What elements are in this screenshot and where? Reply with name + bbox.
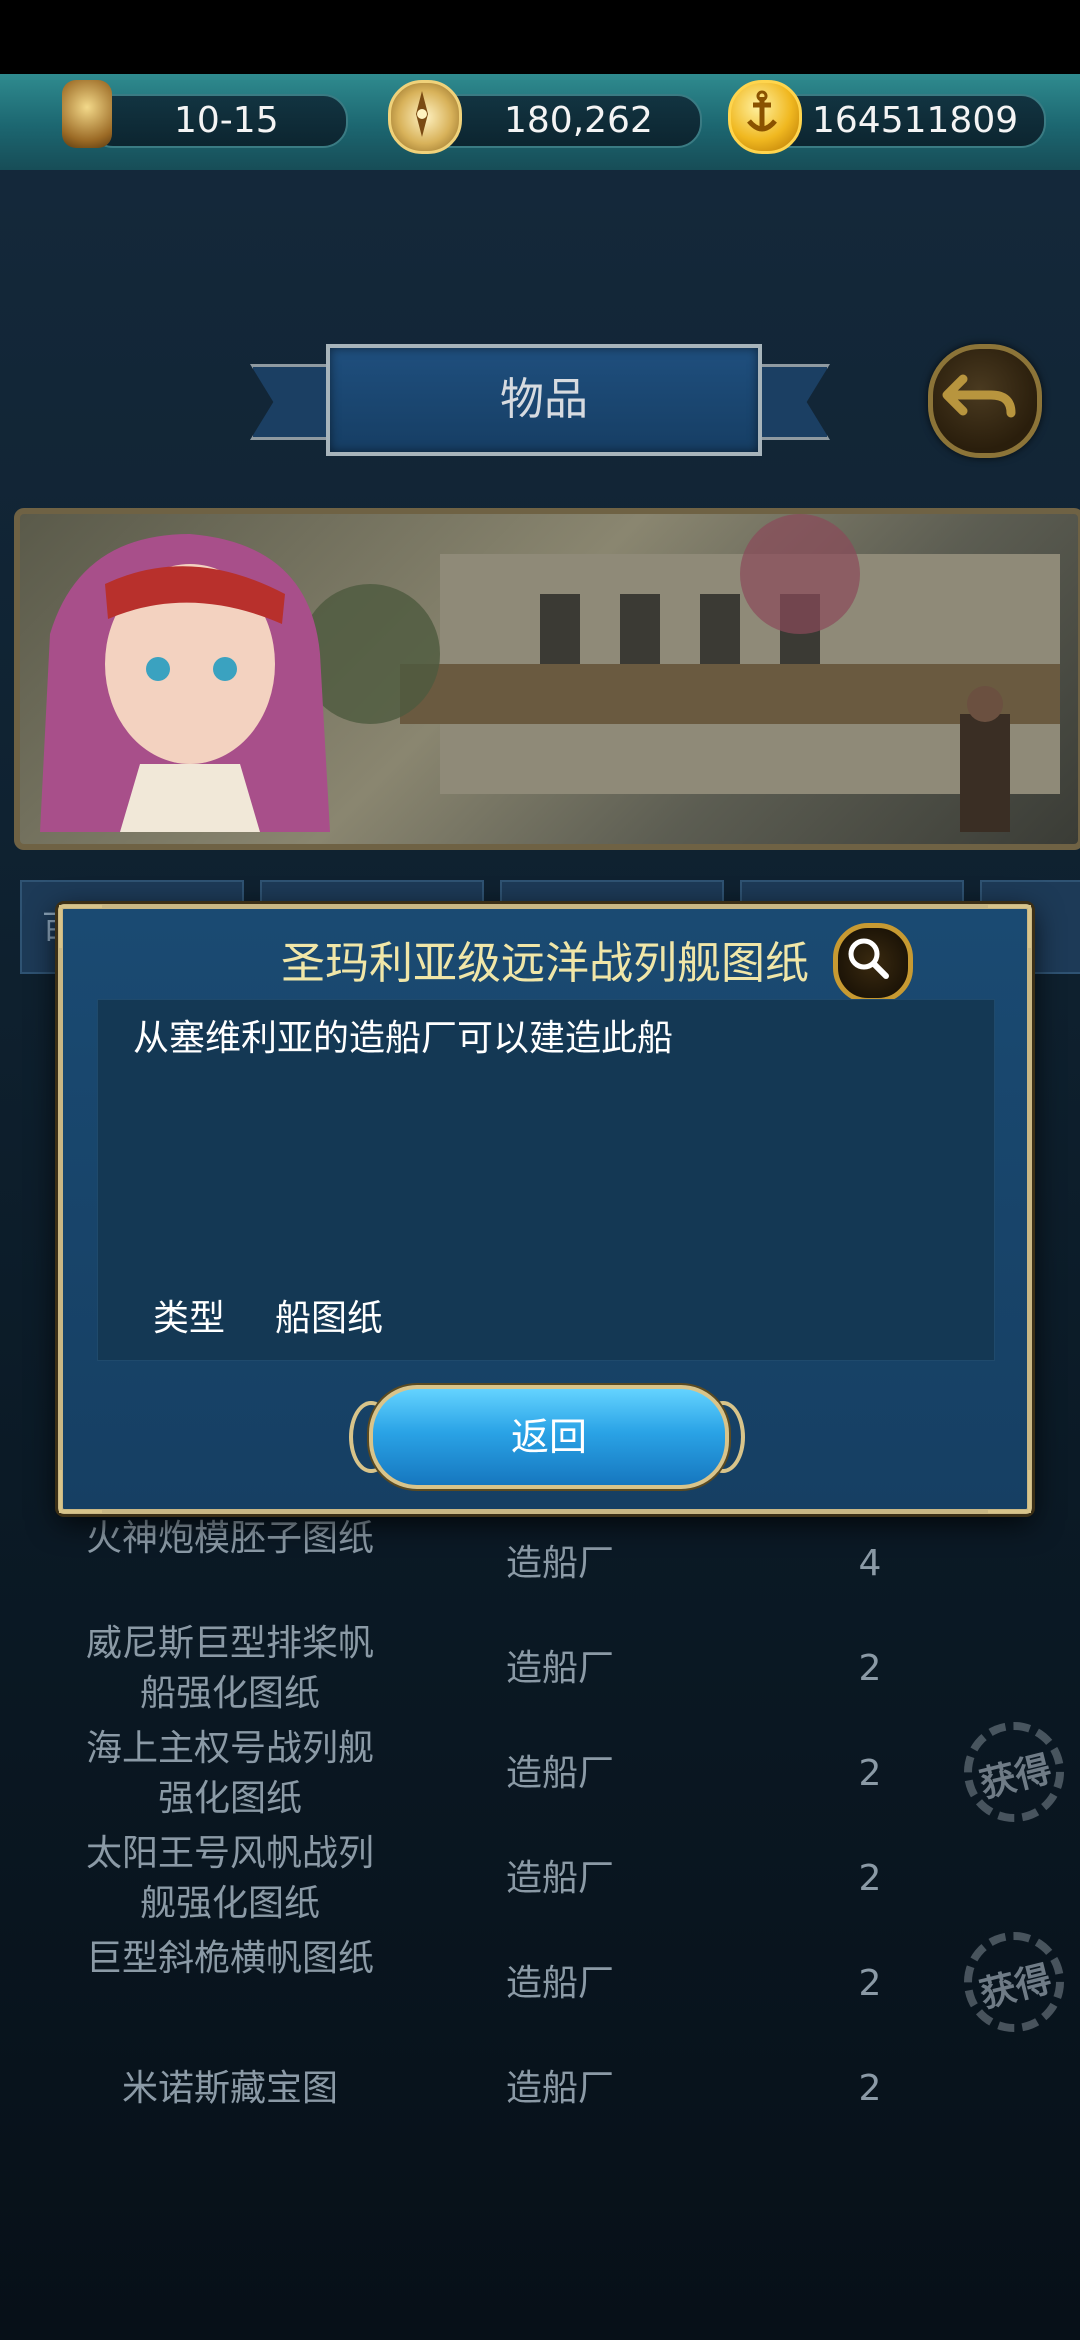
dialog-corner (988, 1470, 1031, 1513)
page-title-banner: 物品 (250, 340, 830, 460)
dialog-description: 从塞维利亚的造船厂可以建造此船 (133, 1018, 674, 1059)
item-qty: 2 (858, 2068, 882, 2109)
anchor-coin-icon (728, 80, 802, 154)
item-name: 太阳王号风帆战列舰强化图纸 (85, 1833, 374, 1924)
dialog-corner (59, 1470, 102, 1513)
item-qty: 2 (858, 1963, 882, 2004)
page-title: 物品 (500, 374, 588, 425)
back-arrow-icon (942, 374, 1016, 418)
table-row[interactable]: 巨型斜桅横帆图纸 造船厂 2 获得 (0, 1932, 1080, 2036)
table-row[interactable]: 火神炮模胚子图纸 造船厂 4 (0, 1512, 1080, 1616)
item-name: 火神炮模胚子图纸 (85, 1518, 374, 1559)
item-source: 造船厂 (505, 2068, 614, 2109)
obtained-stamp: 获得 (950, 1718, 1078, 1826)
time-counter: 10-15 (88, 94, 348, 148)
item-name: 威尼斯巨型排桨帆船强化图纸 (85, 1623, 374, 1714)
obtained-stamp: 获得 (950, 1928, 1078, 2036)
magnifier-button[interactable] (833, 923, 913, 1003)
item-qty: 2 (858, 1648, 882, 1689)
item-source: 造船厂 (505, 1963, 614, 2004)
item-name: 海上主权号战列舰强化图纸 (85, 1728, 374, 1819)
item-detail-dialog: 圣玛利亚级远洋战列舰图纸 从塞维利亚的造船厂可以建造此船 类型 船图纸 返回 (58, 904, 1032, 1514)
item-qty: 4 (858, 1543, 882, 1584)
hourglass-icon (62, 80, 112, 148)
status-bar (0, 0, 1080, 74)
type-value: 船图纸 (275, 1298, 384, 1339)
item-name: 米诺斯藏宝图 (121, 2068, 338, 2109)
title-plate: 物品 (326, 344, 762, 456)
magnifier-icon (848, 938, 889, 979)
table-row[interactable]: 威尼斯巨型排桨帆船强化图纸 造船厂 2 (0, 1617, 1080, 1721)
time-value: 10-15 (174, 100, 279, 141)
table-row[interactable]: 米诺斯藏宝图 造船厂 2 (0, 2037, 1080, 2141)
gold-value: 164511809 (812, 100, 1019, 141)
return-button[interactable]: 返回 (369, 1385, 729, 1489)
npc-illustration (40, 514, 1060, 832)
item-qty: 2 (858, 1858, 882, 1899)
resource-bar: 10-15 180,262 164511809 (0, 74, 1080, 173)
item-qty: 2 (858, 1753, 882, 1794)
table-row[interactable]: 太阳王号风帆战列舰强化图纸 造船厂 2 (0, 1827, 1080, 1931)
item-source: 造船厂 (505, 1753, 614, 1794)
item-source: 造船厂 (505, 1543, 614, 1584)
back-button[interactable] (928, 344, 1042, 458)
item-name: 巨型斜桅横帆图纸 (85, 1938, 374, 1979)
npc-scene-banner (14, 508, 1080, 850)
item-source: 造船厂 (505, 1858, 614, 1899)
return-button-label: 返回 (510, 1415, 587, 1459)
item-source: 造船厂 (505, 1648, 614, 1689)
compass-icon (388, 80, 462, 154)
type-label: 类型 (153, 1298, 226, 1339)
fame-value: 180,262 (504, 100, 653, 141)
table-row[interactable]: 海上主权号战列舰强化图纸 造船厂 2 获得 (0, 1722, 1080, 1826)
gold-counter: 164511809 (762, 94, 1046, 148)
